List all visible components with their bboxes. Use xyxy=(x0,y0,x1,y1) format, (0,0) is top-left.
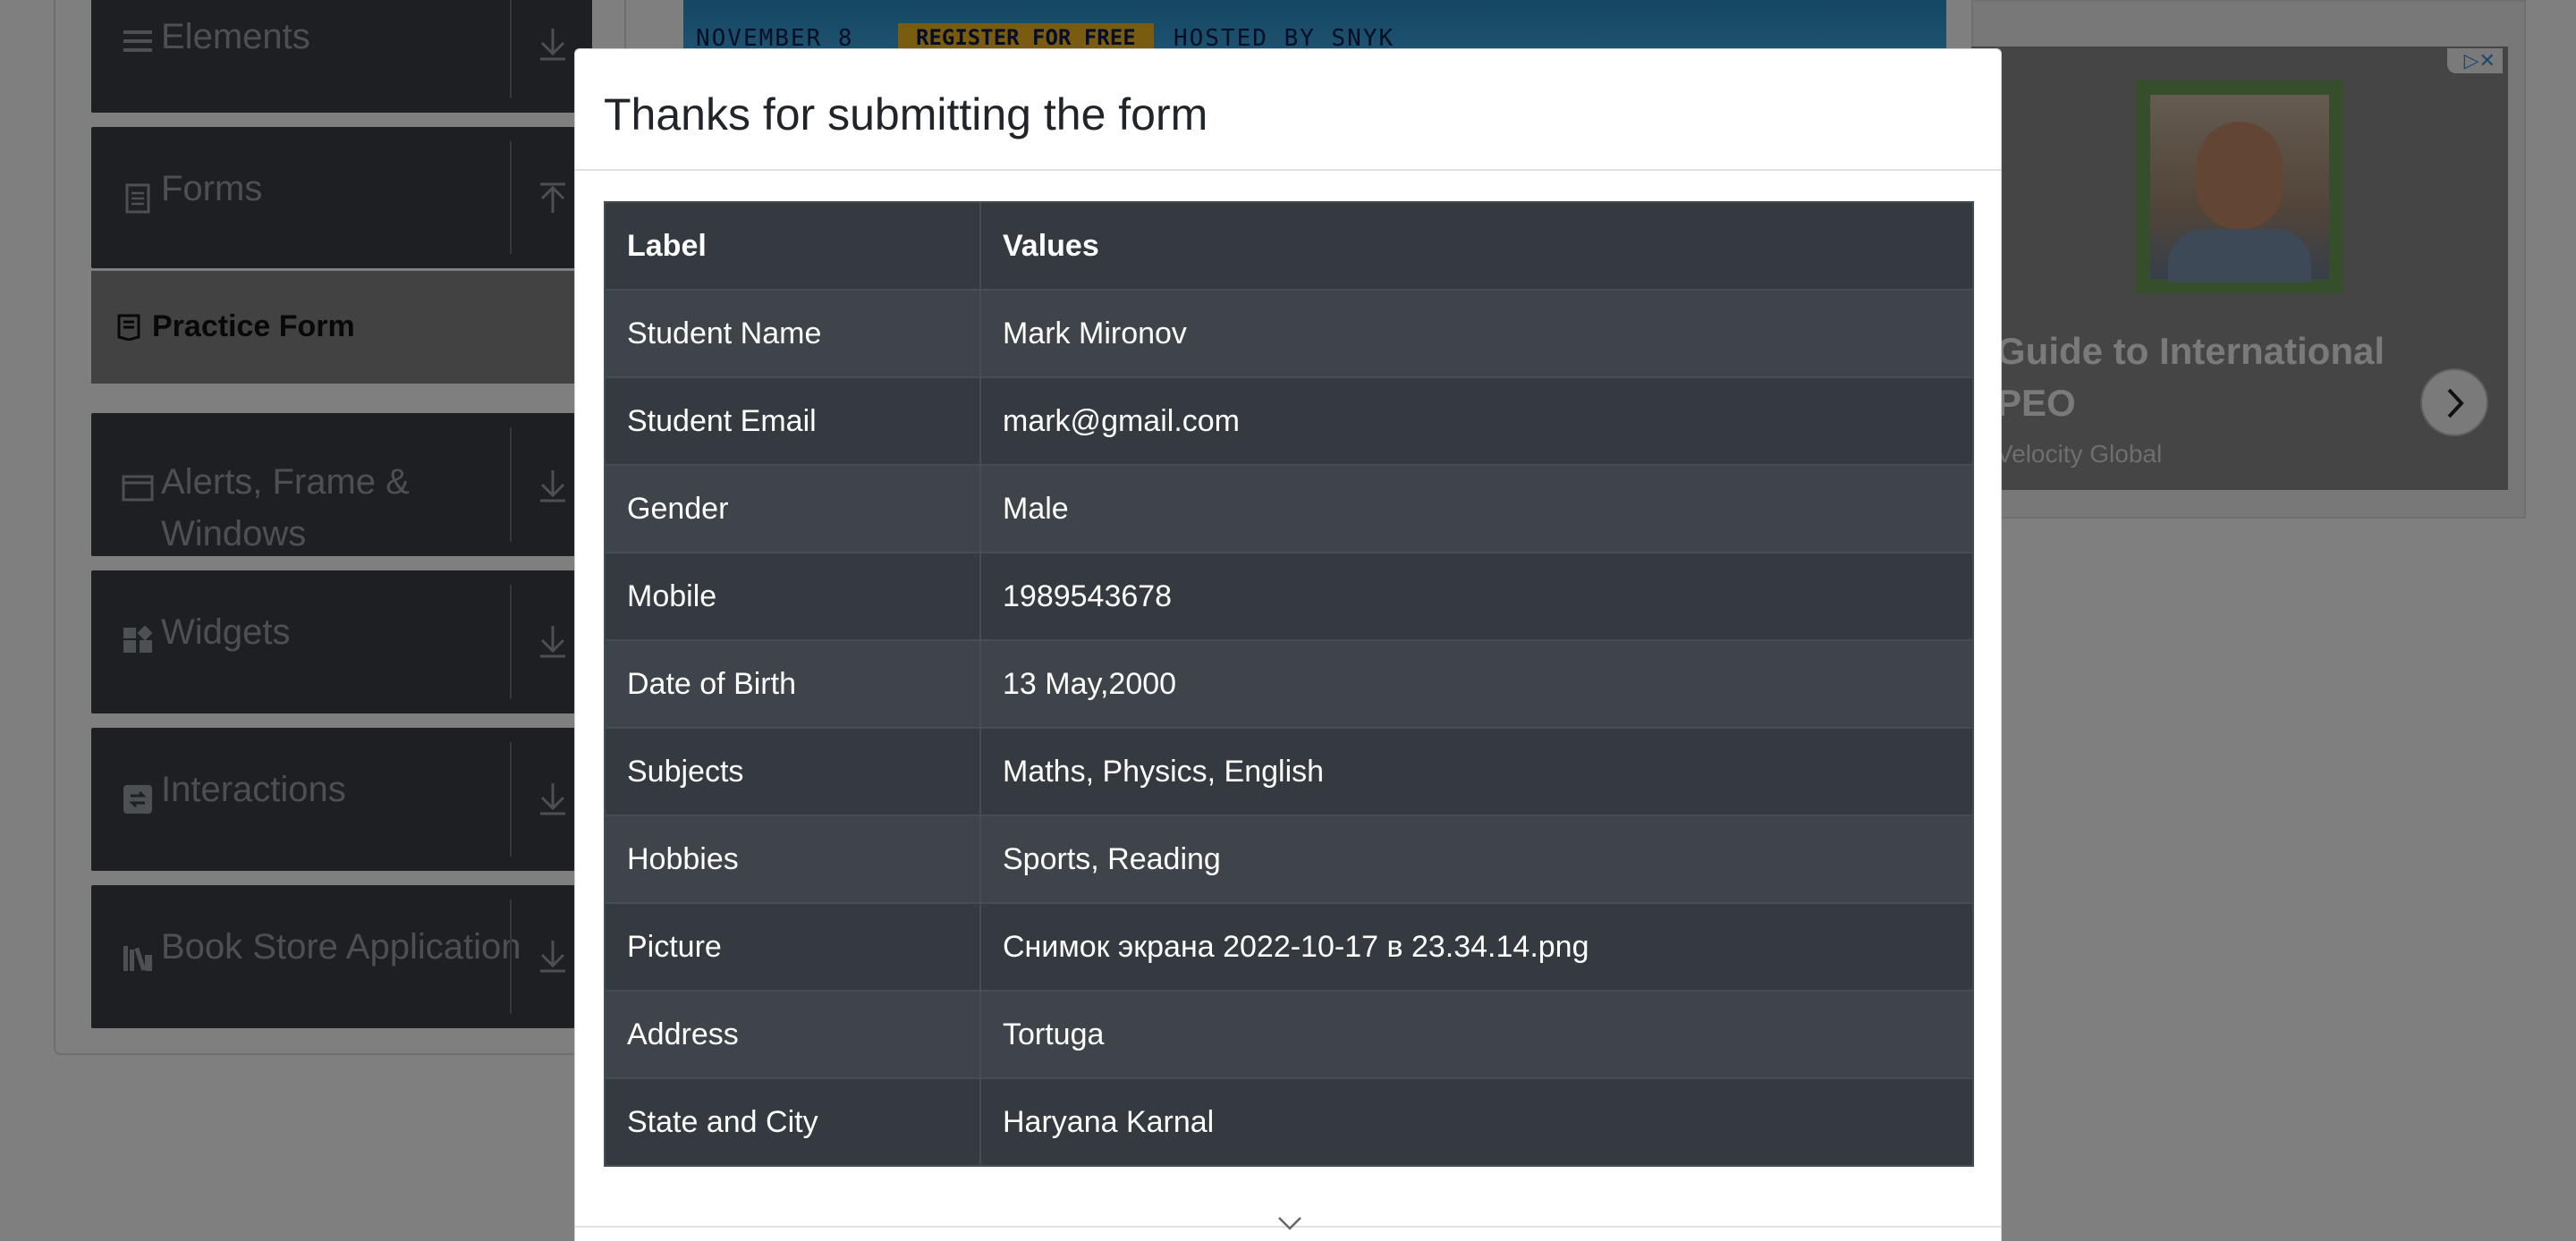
row-value: Sports, Reading xyxy=(979,815,1974,904)
table-row: Date of Birth 13 May,2000 xyxy=(604,639,1974,729)
row-value: 13 May,2000 xyxy=(979,639,1974,729)
table-row: Mobile 1989543678 xyxy=(604,552,1974,641)
row-label: Student Email xyxy=(604,376,981,466)
table-row: State and City Haryana Karnal xyxy=(604,1077,1974,1167)
table-row: Subjects Maths, Physics, English xyxy=(604,727,1974,816)
results-table: Label Values Student Name Mark Mironov S… xyxy=(604,201,1974,1167)
row-label: Student Name xyxy=(604,289,981,378)
row-value: Maths, Physics, English xyxy=(979,727,1974,816)
table-row: Gender Male xyxy=(604,464,1974,553)
table-row: Student Name Mark Mironov xyxy=(604,289,1974,378)
table-row: Hobbies Sports, Reading xyxy=(604,815,1974,904)
row-value: Снимок экрана 2022-10-17 в 23.34.14.png xyxy=(979,902,1974,992)
row-label: Hobbies xyxy=(604,815,981,904)
submission-modal: Thanks for submitting the form Label Val… xyxy=(574,48,2002,1241)
table-header-row: Label Values xyxy=(604,201,1974,291)
row-value: Mark Mironov xyxy=(979,289,1974,378)
row-label: Address xyxy=(604,990,981,1079)
row-value: Haryana Karnal xyxy=(979,1077,1974,1167)
row-value: Male xyxy=(979,464,1974,553)
table-row: Address Tortuga xyxy=(604,990,1974,1079)
row-value: 1989543678 xyxy=(979,552,1974,641)
table-row: Student Email mark@gmail.com xyxy=(604,376,1974,466)
row-label: Gender xyxy=(604,464,981,553)
table-row: Picture Снимок экрана 2022-10-17 в 23.34… xyxy=(604,902,1974,992)
modal-title: Thanks for submitting the form xyxy=(604,89,1208,139)
row-value: Tortuga xyxy=(979,990,1974,1079)
row-value: mark@gmail.com xyxy=(979,376,1974,466)
row-label: State and City xyxy=(604,1077,981,1167)
column-header-values: Values xyxy=(979,201,1974,291)
row-label: Subjects xyxy=(604,727,981,816)
column-header-label: Label xyxy=(604,201,981,291)
row-label: Picture xyxy=(604,902,981,992)
row-label: Mobile xyxy=(604,552,981,641)
chevron-down-icon[interactable] xyxy=(1276,1213,1303,1233)
row-label: Date of Birth xyxy=(604,639,981,729)
modal-header: Thanks for submitting the form xyxy=(575,49,2001,171)
